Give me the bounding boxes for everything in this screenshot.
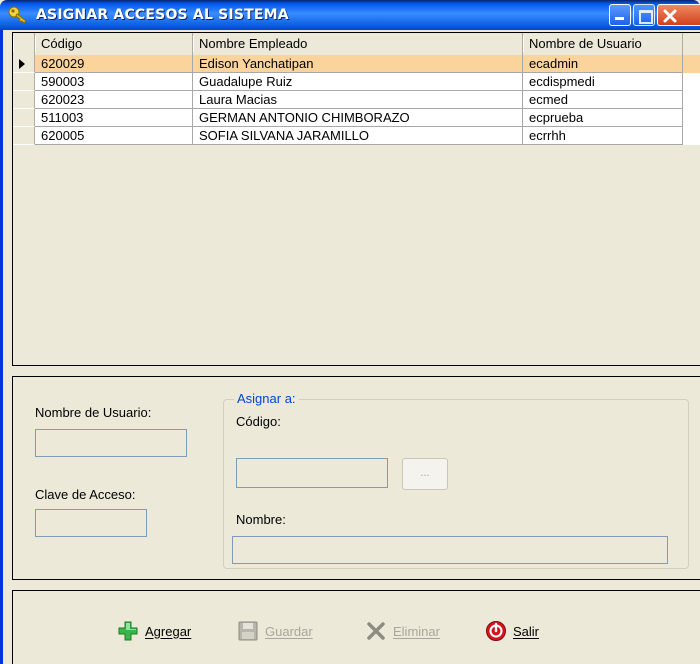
cell-nombre-empleado: Guadalupe Ruiz bbox=[193, 73, 523, 91]
codigo-input[interactable] bbox=[236, 458, 388, 488]
title-bar[interactable]: ASIGNAR ACCESOS AL SISTEMA bbox=[0, 0, 700, 30]
grid-corner bbox=[13, 33, 35, 55]
agregar-button[interactable]: Agregar bbox=[117, 619, 191, 643]
usuario-input[interactable] bbox=[35, 429, 187, 457]
cell-nombre-empleado: Laura Macias bbox=[193, 91, 523, 109]
maximize-button[interactable] bbox=[633, 4, 655, 26]
cell-nombre-usuario: ecprueba bbox=[523, 109, 683, 127]
row-selector[interactable] bbox=[13, 109, 35, 127]
cell-nombre-empleado: SOFIA SILVANA JARAMILLO bbox=[193, 127, 523, 145]
eliminar-button[interactable]: Eliminar bbox=[365, 619, 440, 643]
floppy-disk-icon bbox=[238, 621, 258, 641]
column-header-nombre-empleado[interactable]: Nombre Empleado bbox=[193, 33, 523, 55]
power-icon bbox=[486, 621, 506, 641]
salir-button[interactable]: Salir bbox=[485, 619, 539, 643]
codigo-label: Código: bbox=[236, 414, 281, 429]
browse-button[interactable]: ... bbox=[402, 458, 448, 490]
table-row[interactable]: 620029 Edison Yanchatipan ecadmin bbox=[35, 55, 700, 73]
cell-nombre-empleado: GERMAN ANTONIO CHIMBORAZO bbox=[193, 109, 523, 127]
table-row[interactable]: 590003 Guadalupe Ruiz ecdispmedi bbox=[35, 73, 700, 91]
cell-codigo: 620029 bbox=[35, 55, 193, 73]
table-row[interactable]: 620023 Laura Macias ecmed bbox=[35, 91, 700, 109]
cell-codigo: 511003 bbox=[35, 109, 193, 127]
plus-icon bbox=[118, 621, 138, 641]
row-selector[interactable] bbox=[13, 73, 35, 91]
minimize-button[interactable] bbox=[609, 4, 631, 26]
window-title: ASIGNAR ACCESOS AL SISTEMA bbox=[36, 7, 289, 23]
form-panel: Nombre de Usuario: Clave de Acceso: Asig… bbox=[12, 376, 700, 580]
asignar-group: Asignar a: Código: ... Nombre: bbox=[223, 391, 689, 569]
row-selector[interactable] bbox=[13, 91, 35, 109]
cell-nombre-usuario: ecdispmedi bbox=[523, 73, 683, 91]
salir-label: Salir bbox=[513, 623, 540, 639]
asignar-group-title: Asignar a: bbox=[234, 391, 299, 406]
cell-nombre-usuario: ecmed bbox=[523, 91, 683, 109]
x-icon bbox=[367, 622, 385, 640]
key-icon bbox=[8, 6, 27, 24]
close-button[interactable] bbox=[657, 4, 700, 26]
agregar-label: Agregar bbox=[145, 623, 192, 639]
column-header-nombre-usuario[interactable]: Nombre de Usuario bbox=[523, 33, 683, 55]
guardar-label: Guardar bbox=[265, 623, 313, 639]
close-icon bbox=[663, 9, 677, 23]
cell-codigo: 590003 bbox=[35, 73, 193, 91]
cell-nombre-usuario: ecadmin bbox=[523, 55, 683, 73]
usuario-label: Nombre de Usuario: bbox=[35, 405, 152, 420]
eliminar-label: Eliminar bbox=[393, 623, 440, 639]
column-header-codigo[interactable]: Código bbox=[35, 33, 193, 55]
action-toolbar: Agregar Guardar Eliminar Salir bbox=[12, 590, 700, 664]
clave-input[interactable] bbox=[35, 509, 147, 537]
clave-label: Clave de Acceso: bbox=[35, 487, 136, 502]
users-grid[interactable]: Código Nombre Empleado Nombre de Usuario… bbox=[12, 32, 700, 366]
table-row[interactable]: 511003 GERMAN ANTONIO CHIMBORAZO ecprueba bbox=[35, 109, 700, 127]
grid-header: Código Nombre Empleado Nombre de Usuario bbox=[13, 33, 700, 55]
row-selector[interactable] bbox=[13, 127, 35, 145]
guardar-button[interactable]: Guardar bbox=[237, 619, 313, 643]
row-selector[interactable] bbox=[13, 55, 35, 73]
cell-codigo: 620023 bbox=[35, 91, 193, 109]
cell-codigo: 620005 bbox=[35, 127, 193, 145]
cell-nombre-usuario: ecrrhh bbox=[523, 127, 683, 145]
nombre-input[interactable] bbox=[232, 536, 668, 564]
cell-nombre-empleado: Edison Yanchatipan bbox=[193, 55, 523, 73]
nombre-label: Nombre: bbox=[236, 512, 286, 527]
current-row-pointer-icon bbox=[19, 59, 25, 69]
table-row[interactable]: 620005 SOFIA SILVANA JARAMILLO ecrrhh bbox=[35, 127, 700, 145]
